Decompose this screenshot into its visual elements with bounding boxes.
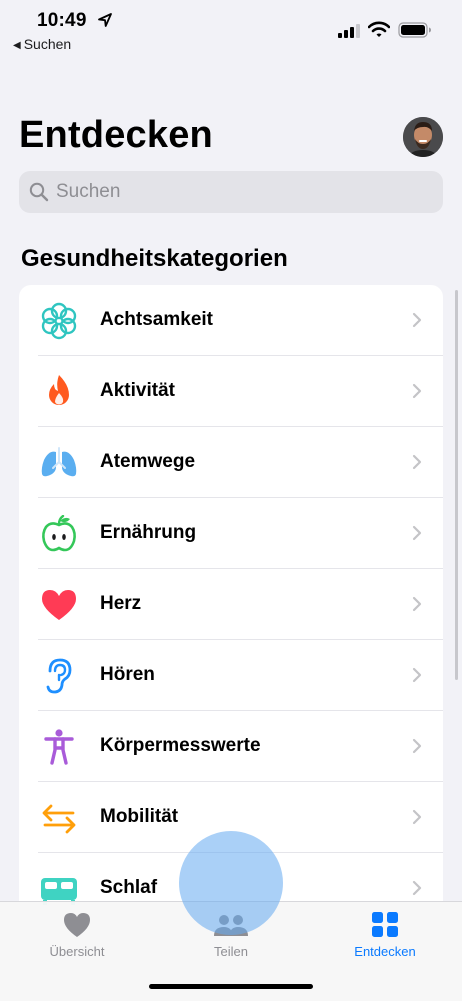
category-label: Körpermesswerte (100, 735, 261, 756)
back-triangle-icon: ◀ (13, 40, 21, 51)
section-title: Gesundheitskategorien (21, 245, 288, 272)
status-bar: 10:49 ◀ Suchen (0, 0, 462, 60)
heart-icon (64, 913, 90, 937)
chevron-right-icon (412, 667, 422, 683)
scrollbar[interactable] (455, 290, 458, 680)
touch-indicator (179, 831, 283, 935)
mindfulness-icon (41, 302, 77, 340)
chevron-right-icon (412, 809, 422, 825)
chevron-right-icon (412, 880, 422, 896)
figure-icon (44, 729, 74, 765)
tab-entdecken[interactable]: Entdecken (308, 902, 462, 972)
avatar-image-icon (403, 117, 443, 157)
category-label: Ernährung (100, 522, 197, 543)
tab-uebersicht[interactable]: Übersicht (0, 902, 154, 972)
cellular-signal-icon (338, 24, 360, 38)
chevron-right-icon (412, 525, 422, 541)
chevron-right-icon (412, 596, 422, 612)
category-label: Mobilität (100, 806, 179, 827)
heart-icon (42, 590, 76, 620)
back-to-app-link[interactable]: ◀ Suchen (13, 36, 71, 52)
lungs-icon (41, 447, 77, 477)
category-row-koerpermesswerte[interactable]: Körpermesswerte (19, 711, 443, 782)
chevron-right-icon (412, 312, 422, 328)
grid-icon (372, 912, 398, 937)
category-label: Atemwege (100, 451, 196, 472)
category-label: Schlaf (100, 877, 158, 898)
apple-icon (42, 515, 76, 552)
tab-label: Entdecken (354, 944, 416, 959)
search-field[interactable]: Suchen (19, 171, 443, 213)
chevron-right-icon (412, 383, 422, 399)
category-label: Herz (100, 593, 142, 614)
ear-icon (46, 658, 72, 694)
category-row-hoeren[interactable]: Hören (19, 640, 443, 711)
category-row-ernaehrung[interactable]: Ernährung (19, 498, 443, 569)
category-row-aktivitaet[interactable]: Aktivität (19, 356, 443, 427)
tab-label: Übersicht (49, 944, 105, 959)
chevron-right-icon (412, 738, 422, 754)
arrows-icon (42, 804, 76, 834)
profile-avatar[interactable] (403, 117, 443, 157)
category-row-herz[interactable]: Herz (19, 569, 443, 640)
home-indicator[interactable] (149, 984, 313, 989)
category-label: Aktivität (100, 380, 175, 401)
location-arrow-icon (98, 13, 112, 27)
chevron-right-icon (412, 454, 422, 470)
back-label: Suchen (23, 36, 72, 52)
battery-icon (398, 22, 431, 38)
category-label: Hören (100, 664, 155, 685)
page-title: Entdecken (19, 114, 213, 156)
wifi-icon (368, 21, 390, 37)
category-label: Achtsamkeit (100, 309, 213, 330)
flame-icon (49, 375, 69, 405)
status-time: 10:49 (37, 10, 87, 31)
category-row-atemwege[interactable]: Atemwege (19, 427, 443, 498)
search-icon (29, 182, 49, 202)
tab-label: Teilen (214, 944, 248, 959)
category-row-achtsamkeit[interactable]: Achtsamkeit (19, 285, 443, 356)
search-placeholder: Suchen (56, 181, 121, 202)
